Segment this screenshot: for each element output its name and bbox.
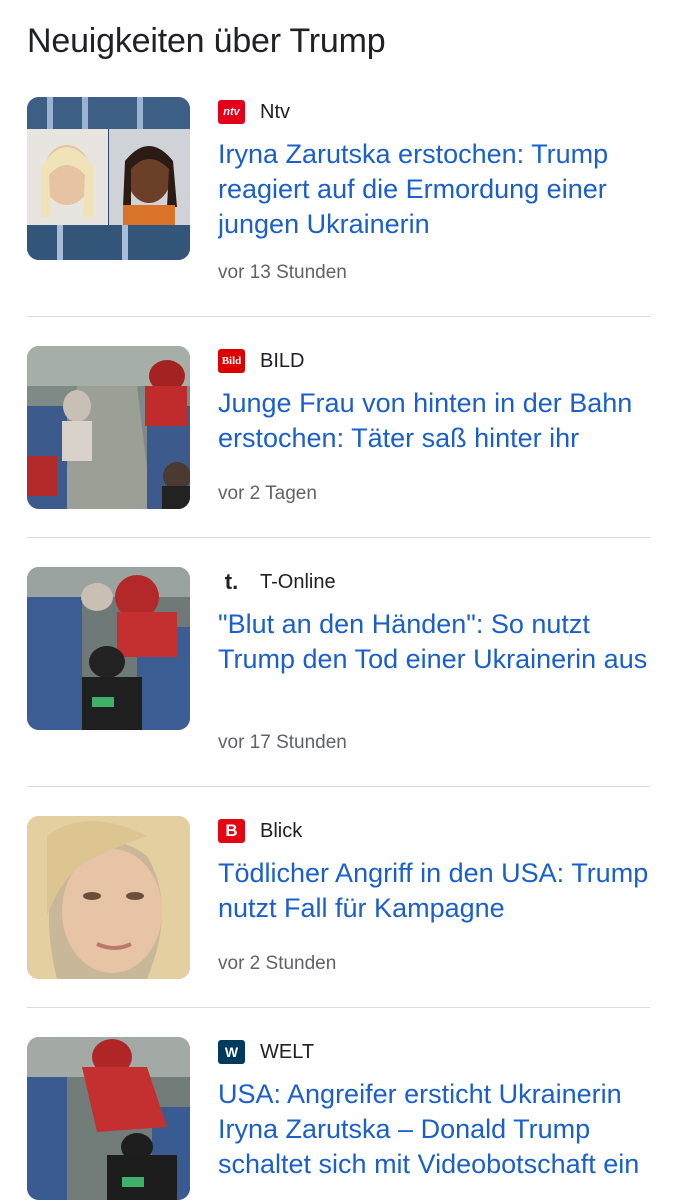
article-thumbnail[interactable] [27,567,190,730]
article-headline[interactable]: Tödlicher Angriff in den USA: Trump nutz… [218,856,658,926]
article-timestamp: vor 2 Tagen [218,483,317,504]
train-cctv-image [27,346,190,509]
article-headline[interactable]: Junge Frau von hinten in der Bahn erstoc… [218,386,658,456]
t-online-logo-icon: t. [224,569,239,594]
source-name: Blick [260,820,303,842]
news-page: Neuigkeiten über Trump ntv Ntv Iryna Zar… [0,0,678,1200]
mugshots-image [27,97,190,260]
divider [27,537,650,538]
source-name: T-Online [260,571,336,593]
train-cctv-image [27,567,190,730]
source-name: WELT [260,1041,315,1063]
divider [27,786,650,787]
article-headline[interactable]: "Blut an den Händen": So nutzt Trump den… [218,607,658,677]
source-name: BILD [260,350,305,372]
article-thumbnail[interactable] [27,346,190,509]
train-cctv-image [27,1037,190,1200]
divider [27,316,650,317]
article-thumbnail[interactable] [27,1037,190,1200]
article-thumbnail[interactable] [27,816,190,979]
divider [27,1007,650,1008]
blick-logo-icon: B [218,819,245,843]
news-card-ntv[interactable]: ntv Ntv Iryna Zarutska erstochen: Trump … [27,97,650,318]
bild-logo-icon: Bild [218,349,245,373]
article-headline[interactable]: USA: Angreifer ersticht Ukrainerin Iryna… [218,1077,658,1182]
article-thumbnail[interactable] [27,97,190,260]
article-timestamp: vor 2 Stunden [218,953,337,974]
source-name: Ntv [260,101,290,123]
news-card-t-online[interactable]: t. T-Online "Blut an den Händen": So nut… [27,567,650,788]
ntv-logo-icon: ntv [218,100,245,124]
news-card-blick[interactable]: B Blick Tödlicher Angriff in den USA: Tr… [27,816,650,1037]
section-title: Neuigkeiten über Trump [27,22,386,60]
article-timestamp: vor 17 Stunden [218,732,347,753]
news-card-bild[interactable]: Bild BILD Junge Frau von hinten in der B… [27,346,650,567]
article-timestamp: vor 13 Stunden [218,262,347,283]
article-headline[interactable]: Iryna Zarutska erstochen: Trump reagiert… [218,137,658,242]
welt-logo-icon: W [218,1040,245,1064]
portrait-image [27,816,190,979]
news-card-welt[interactable]: W WELT USA: Angreifer ersticht Ukraineri… [27,1037,650,1200]
